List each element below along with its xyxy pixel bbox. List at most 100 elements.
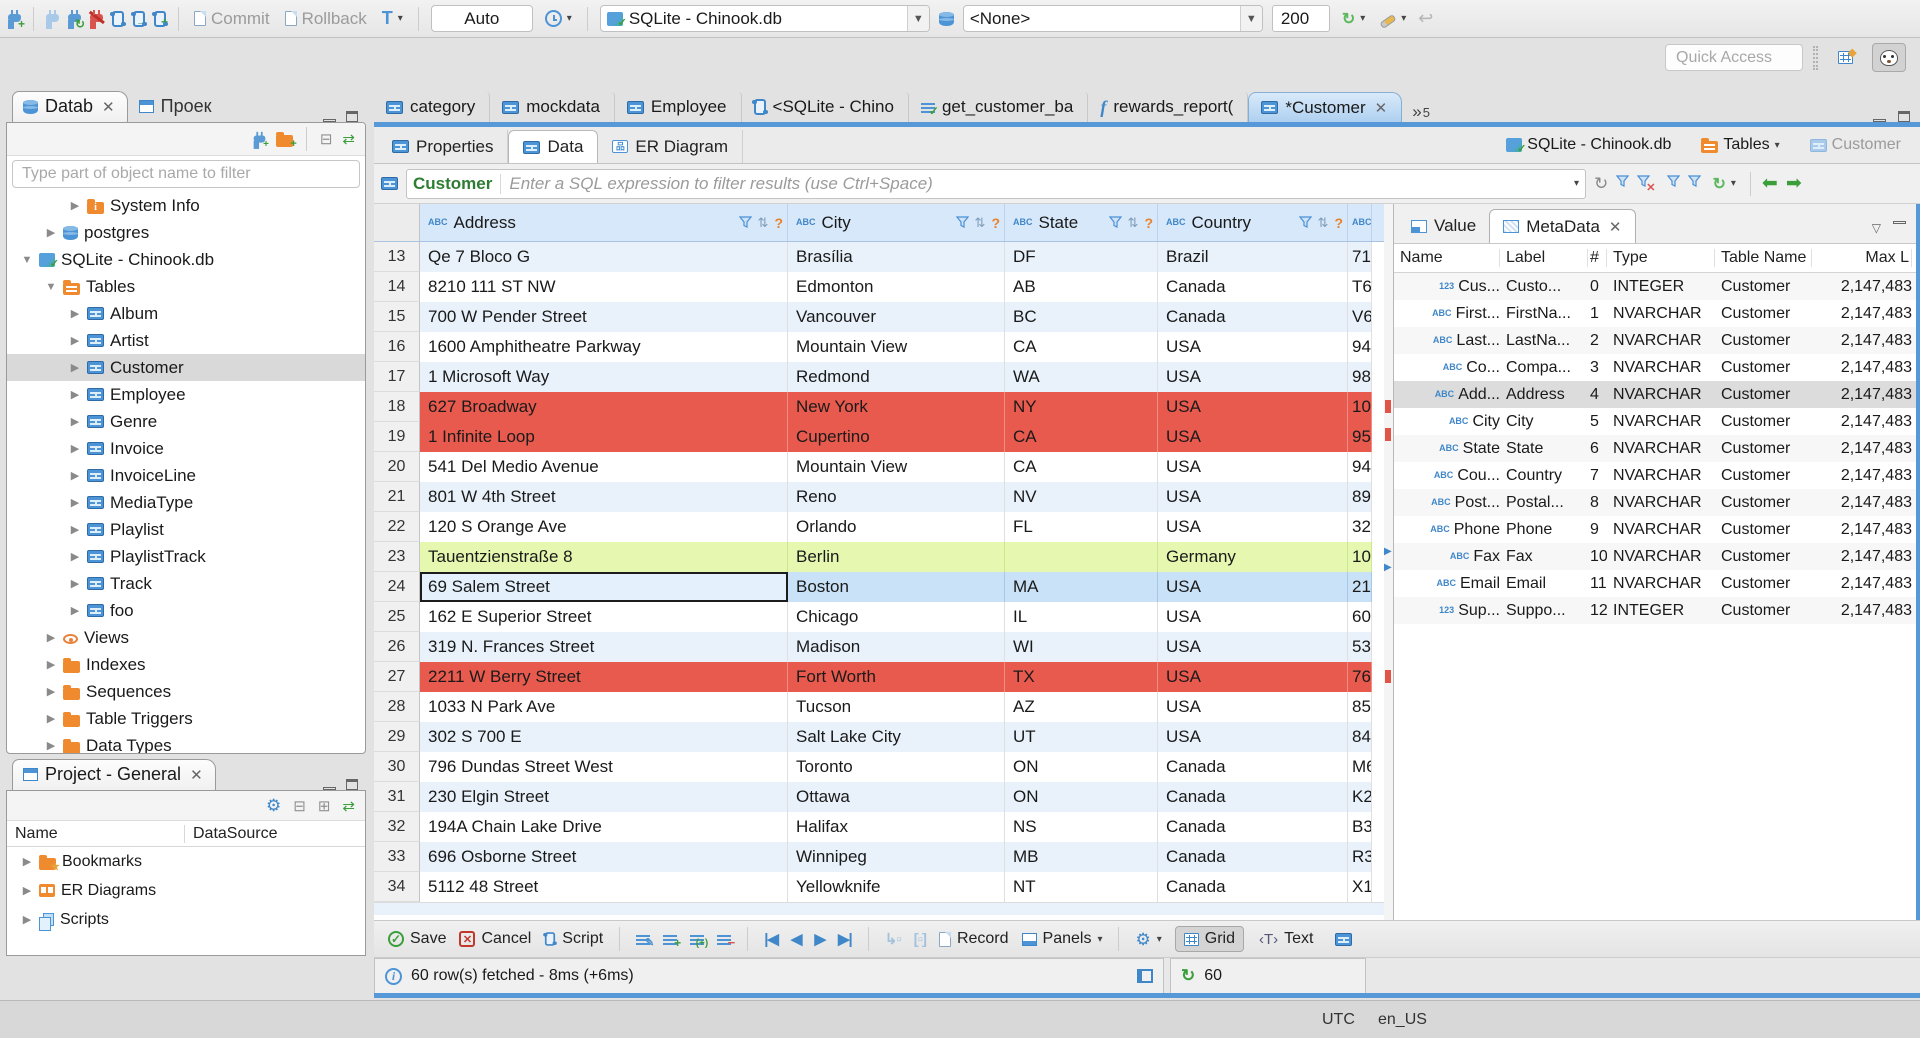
tree-item-sqlite-chinook-db[interactable]: ▼ ✓ SQLite - Chinook.db [7, 246, 365, 273]
cell-city[interactable]: New York [788, 392, 1005, 422]
meta-row-suppo-[interactable]: 123 Sup... Suppo... 12 INTEGER Customer 2,147,… [1394, 597, 1916, 624]
cell-city[interactable]: Tucson [788, 692, 1005, 722]
row-number[interactable]: 17 [374, 362, 420, 392]
cell-city[interactable]: Vancouver [788, 302, 1005, 332]
cell-address[interactable]: 700 W Pender Street [420, 302, 788, 332]
row-number[interactable]: 25 [374, 602, 420, 632]
edit-cell-icon[interactable]: ✎ [636, 934, 654, 949]
meta-row-address[interactable]: ABC Add... Address 4 NVARCHAR Customer 2,147,4… [1394, 381, 1916, 408]
meta-column-name[interactable]: Name [1394, 249, 1500, 267]
row-number[interactable]: 18 [374, 392, 420, 422]
cell-address[interactable]: 696 Osborne Street [420, 842, 788, 872]
tree-collapsed-arrow-icon[interactable]: ▶ [45, 739, 57, 752]
clear-spelling-button[interactable]: ▾ [1377, 10, 1409, 29]
row-number[interactable]: 19 [374, 422, 420, 452]
tree-collapsed-arrow-icon[interactable]: ▶ [69, 388, 81, 401]
cell-extra[interactable]: B3 [1348, 812, 1372, 842]
cell-address[interactable]: 796 Dundas Street West [420, 752, 788, 782]
cell-state[interactable]: DF [1005, 242, 1158, 272]
row-number[interactable]: 26 [374, 632, 420, 662]
row-number[interactable]: 33 [374, 842, 420, 872]
fetch-back-icon[interactable]: ⬅ [1762, 172, 1778, 195]
sort-icon[interactable]: ⇅ [1318, 215, 1329, 231]
cell-country[interactable]: Canada [1158, 752, 1348, 782]
cell-address[interactable]: 1600 Amphitheatre Parkway [420, 332, 788, 362]
cell-extra[interactable]: 10 [1348, 542, 1372, 572]
remove-filter-icon[interactable]: ✕ [1637, 175, 1659, 194]
fetch-next-page-icon[interactable]: ↳▫ [885, 930, 902, 948]
gear-icon[interactable]: ⚙ [266, 797, 281, 814]
tree-item-artist[interactable]: ▶ Artist [7, 327, 365, 354]
column-hint-icon[interactable]: ? [991, 215, 1000, 231]
cell-state[interactable]: NY [1005, 392, 1158, 422]
sash-arrow-icon[interactable]: ▶ [1384, 562, 1392, 573]
cell-country[interactable]: USA [1158, 602, 1348, 632]
save-button[interactable]: ✓ Save [388, 930, 446, 948]
column-header-address[interactable]: ABC Address ⇅? [420, 204, 788, 241]
tree-item-data-types[interactable]: ▶ Data Types [7, 732, 365, 753]
tree-collapsed-arrow-icon[interactable]: ▶ [69, 550, 81, 563]
sql-editor-icon[interactable] [110, 10, 126, 27]
cell-address[interactable]: 120 S Orange Ave [420, 512, 788, 542]
meta-row-phone[interactable]: ABC Phone Phone 9 NVARCHAR Customer 2,147,483 [1394, 516, 1916, 543]
cell-city[interactable]: Halifax [788, 812, 1005, 842]
cell-country[interactable]: Canada [1158, 812, 1348, 842]
cell-state[interactable]: CA [1005, 332, 1158, 362]
cell-extra[interactable]: 98 [1348, 362, 1372, 392]
breadcrumb-item-tables[interactable]: Tables ▾ [1698, 134, 1782, 156]
editor-tab-mockdata[interactable]: mockdata [490, 92, 615, 122]
cell-extra[interactable]: 71 [1348, 242, 1372, 272]
editor-tab-get-customer-ba[interactable]: ✓ get_customer_ba [909, 92, 1089, 122]
new-sql-editor-icon[interactable]: + [152, 10, 168, 28]
fetch-size-input[interactable]: 200 [1271, 5, 1330, 32]
close-icon[interactable]: ✕ [190, 766, 203, 784]
row-number[interactable]: 34 [374, 872, 420, 902]
fetch-forward-icon[interactable]: ➡ [1786, 172, 1802, 195]
tree-collapsed-arrow-icon[interactable]: ▶ [21, 913, 33, 926]
editor-tab-employee[interactable]: Employee [615, 92, 742, 122]
tree-item-indexes[interactable]: ▶ Indexes [7, 651, 365, 678]
cell-city[interactable]: Mountain View [788, 332, 1005, 362]
add-row-icon[interactable]: + [663, 934, 681, 949]
disconnect-icon[interactable] [89, 10, 105, 27]
tree-collapsed-arrow-icon[interactable]: ▶ [69, 199, 81, 212]
cell-extra[interactable]: K2 [1348, 782, 1372, 812]
schema-dropdown-button[interactable]: ▼ [1239, 6, 1262, 31]
cell-country[interactable]: USA [1158, 422, 1348, 452]
row-number[interactable]: 13 [374, 242, 420, 272]
cell-country[interactable]: USA [1158, 362, 1348, 392]
meta-column-label[interactable]: Label [1500, 249, 1588, 267]
meta-column-type[interactable]: Type [1607, 249, 1715, 267]
rollback-button[interactable]: Rollback [282, 7, 370, 31]
row-number[interactable]: 23 [374, 542, 420, 572]
cell-extra[interactable]: M6 [1348, 752, 1372, 782]
tree-item-track[interactable]: ▶ Track [7, 570, 365, 597]
cell-state[interactable]: IL [1005, 602, 1158, 632]
meta-row-postal-[interactable]: ABC Post... Postal... 8 NVARCHAR Customer 2,14… [1394, 489, 1916, 516]
reconnect-icon[interactable]: ↻ [68, 10, 85, 30]
quick-access-input[interactable]: Quick Access [1665, 44, 1803, 71]
row-number[interactable]: 31 [374, 782, 420, 812]
column-header-partial[interactable]: ABC [1348, 204, 1372, 241]
project-item-bookmarks[interactable]: ▶ ★ Bookmarks [7, 847, 365, 876]
tree-item-tables[interactable]: ▼ Tables [7, 273, 365, 300]
tree-collapsed-arrow-icon[interactable]: ▶ [45, 631, 57, 644]
cell-state[interactable] [1005, 542, 1158, 572]
cell-city[interactable]: Chicago [788, 602, 1005, 632]
cell-address[interactable]: 801 W 4th Street [420, 482, 788, 512]
row-number[interactable]: 14 [374, 272, 420, 302]
close-icon[interactable]: ✕ [1609, 218, 1622, 236]
tree-collapsed-arrow-icon[interactable]: ▶ [21, 884, 33, 897]
new-connection-icon[interactable]: + [253, 131, 269, 149]
tree-item-system-info[interactable]: ▶ i System Info [7, 192, 365, 219]
row-number[interactable]: 28 [374, 692, 420, 722]
open-sql-script-icon[interactable]: → [131, 10, 147, 27]
row-number[interactable]: 15 [374, 302, 420, 332]
project-item-scripts[interactable]: ▶ Scripts [7, 905, 365, 934]
cell-address[interactable]: 1033 N Park Ave [420, 692, 788, 722]
cell-country[interactable]: USA [1158, 692, 1348, 722]
cell-state[interactable]: BC [1005, 302, 1158, 332]
column-header-state[interactable]: ABC State ⇅? [1005, 204, 1158, 241]
cell-country[interactable]: Brazil [1158, 242, 1348, 272]
tree-collapsed-arrow-icon[interactable]: ▶ [69, 442, 81, 455]
